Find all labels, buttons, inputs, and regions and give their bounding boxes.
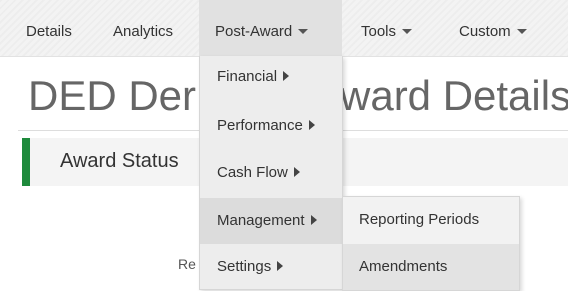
award-status-title: Award Status	[60, 150, 179, 172]
nav-analytics[interactable]: Analytics	[113, 0, 173, 56]
post-award-dropdown-menu: Financial Performance Cash Flow Manageme…	[199, 56, 343, 290]
management-submenu: Reporting Periods Amendments	[342, 196, 520, 291]
chevron-right-icon	[310, 215, 317, 226]
page-title: DED Der	[28, 70, 196, 122]
chevron-right-icon	[283, 71, 290, 82]
nav-tools-label: Tools	[361, 23, 397, 40]
menu-item-cash-flow[interactable]: Cash Flow	[200, 152, 342, 194]
nav-post-award[interactable]: Post-Award	[199, 0, 342, 56]
menu-item-label: Management	[217, 212, 305, 229]
partial-label: Re	[178, 256, 196, 272]
menu-item-label: Cash Flow	[217, 164, 288, 181]
nav-post-award-label: Post-Award	[215, 23, 293, 40]
chevron-right-icon	[308, 120, 315, 131]
chevron-right-icon	[293, 167, 300, 178]
submenu-item-amendments[interactable]: Amendments	[343, 244, 519, 290]
chevron-down-icon	[298, 28, 309, 34]
nav-analytics-label: Analytics	[113, 23, 174, 40]
page-title-left: DED Der	[28, 72, 197, 119]
top-nav-bar: Details Analytics Post-Award Tools Custo…	[0, 0, 568, 57]
menu-item-settings[interactable]: Settings	[200, 246, 342, 288]
submenu-item-label: Amendments	[359, 258, 448, 275]
chevron-down-icon	[516, 28, 527, 34]
nav-custom-label: Custom	[459, 23, 511, 40]
page-title-right-text: ward Details	[340, 72, 568, 119]
menu-item-label: Financial	[217, 68, 278, 85]
menu-item-management[interactable]: Management	[200, 198, 342, 244]
nav-details-label: Details	[26, 23, 72, 40]
chevron-right-icon	[277, 261, 284, 272]
submenu-item-reporting-periods[interactable]: Reporting Periods	[343, 197, 519, 243]
chevron-down-icon	[402, 28, 413, 34]
page-title-right: ward Details	[340, 70, 568, 122]
menu-item-label: Performance	[217, 117, 303, 134]
menu-item-financial[interactable]: Financial	[200, 56, 342, 98]
menu-item-performance[interactable]: Performance	[200, 105, 342, 147]
submenu-item-label: Reporting Periods	[359, 211, 480, 228]
menu-item-label: Settings	[217, 258, 272, 275]
nav-details[interactable]: Details	[26, 0, 72, 56]
nav-custom[interactable]: Custom	[459, 0, 527, 56]
nav-tools[interactable]: Tools	[361, 0, 413, 56]
